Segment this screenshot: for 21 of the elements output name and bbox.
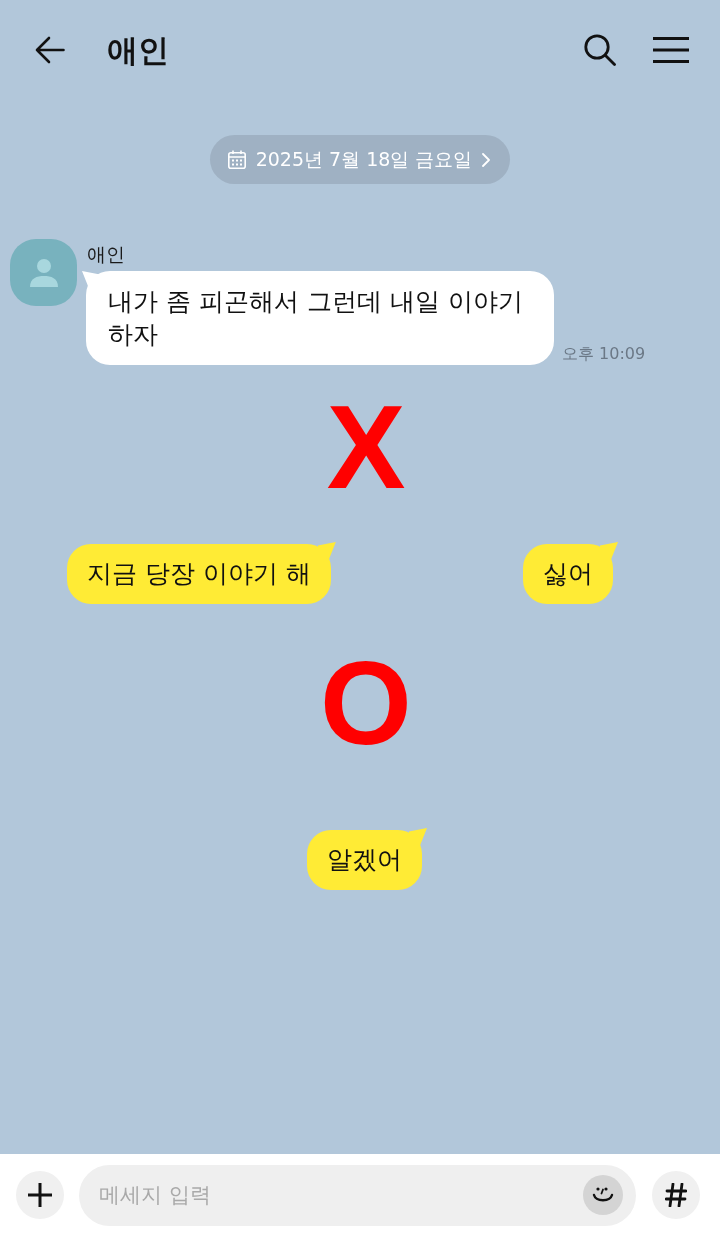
hashtag-icon (665, 1183, 687, 1207)
menu-button[interactable] (653, 37, 689, 63)
circle-mark: O (320, 644, 412, 762)
search-button[interactable] (584, 34, 616, 66)
chat-title: 애인 (107, 31, 169, 70)
message-input-field[interactable]: 메세지 입력 (79, 1164, 636, 1226)
message-bubble: 싫어 (523, 542, 618, 604)
calendar-icon (227, 150, 246, 169)
message-bubble: 알겠어 (307, 828, 427, 890)
add-button[interactable] (16, 1171, 64, 1219)
message-time: 오후 10:09 (562, 344, 646, 365)
date-divider[interactable]: 2025년 7월 18일 금요일 (209, 135, 511, 184)
hashtag-button[interactable] (652, 1171, 700, 1219)
sender-name: 애인 (87, 242, 125, 267)
smiley-icon (592, 1185, 614, 1204)
back-button[interactable] (35, 36, 65, 64)
message-bubble: 내가 좀 피곤해서 그런데 내일 이야기 하자 (82, 271, 554, 365)
message-bubble: 지금 당장 이야기 해 (67, 542, 336, 604)
chevron-right-icon (482, 152, 491, 167)
cross-mark: X (326, 388, 406, 506)
plus-icon (28, 1183, 52, 1207)
